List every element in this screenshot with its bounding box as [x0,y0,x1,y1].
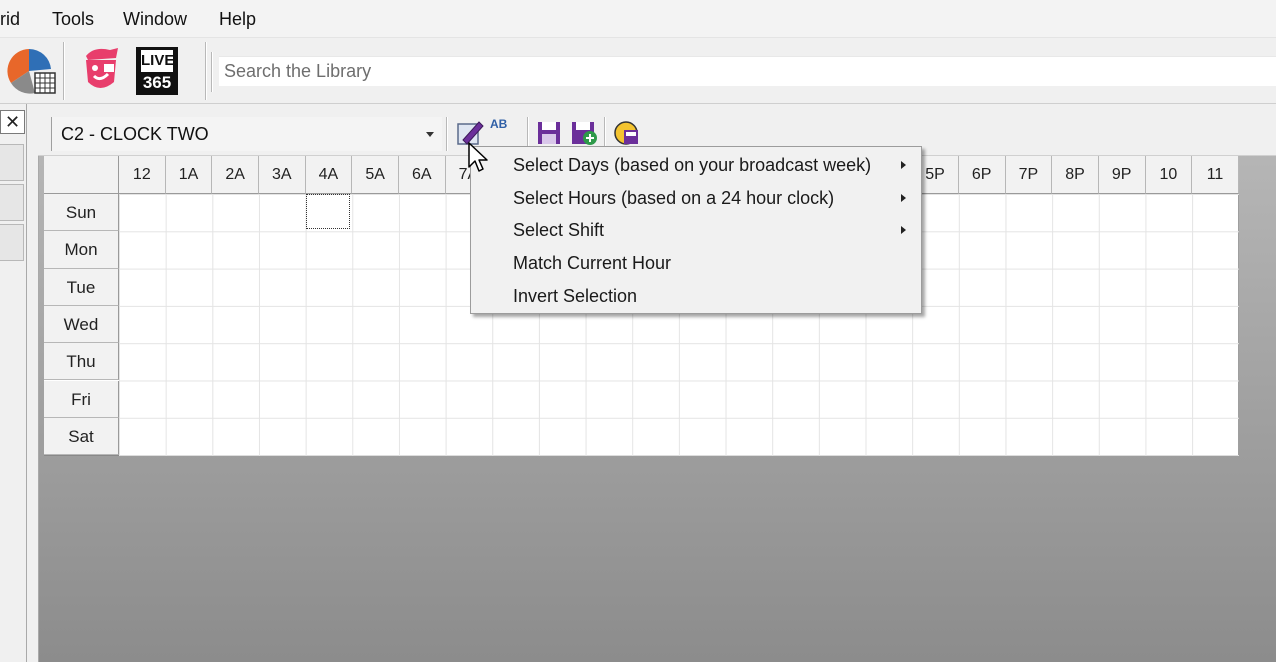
mouse-cursor-icon [468,142,488,172]
toolbar-separator [205,42,207,100]
hour-header[interactable]: 7P [1005,156,1053,194]
clock-select-value: C2 - CLOCK TWO [61,124,209,144]
menu-window[interactable]: Window [123,9,187,30]
hour-header[interactable]: 1A [165,156,213,194]
left-panel-tab[interactable] [0,144,24,181]
menu-item-match-current-hour[interactable]: Match Current Hour [471,247,921,279]
clock-select[interactable]: C2 - CLOCK TWO [51,117,442,151]
focused-cell[interactable] [306,194,350,229]
selection-context-menu: Select Days (based on your broadcast wee… [470,146,922,314]
grid-corner [44,156,119,194]
chevron-down-icon [426,132,434,137]
main-toolbar: LIVE 365 [0,38,1276,104]
live365-icon[interactable]: LIVE 365 [136,47,178,95]
search-grip [211,52,213,92]
left-panel-tab[interactable] [0,184,24,221]
hour-header[interactable]: 11 [1192,156,1239,194]
menu-item-invert-selection[interactable]: Invert Selection [471,280,921,312]
search-input[interactable] [219,57,1276,86]
left-panel-tab[interactable] [0,224,24,261]
library-search [219,56,1276,86]
hour-header[interactable]: 9P [1098,156,1146,194]
menu-item-label: Match Current Hour [513,253,672,273]
toolbar-separator [446,117,448,151]
submenu-arrow-icon [901,161,906,169]
day-header[interactable]: Thu [44,343,119,381]
toolbar-separator [63,42,65,100]
hour-header[interactable]: 5A [352,156,399,194]
menu-help[interactable]: Help [219,9,256,30]
day-header[interactable]: Fri [44,380,119,418]
live365-bottom-text: 365 [142,73,172,92]
hour-header[interactable]: 6P [958,156,1006,194]
menu-item-select-shift[interactable]: Select Shift [471,214,921,246]
hour-header[interactable]: 2A [212,156,259,194]
clock-history-icon[interactable] [612,118,642,148]
submenu-arrow-icon [901,226,906,234]
day-header[interactable]: Sun [44,194,119,232]
save-as-icon[interactable] [569,118,599,148]
hour-header[interactable]: 10 [1145,156,1193,194]
menu-item-select-days[interactable]: Select Days (based on your broadcast wee… [471,149,921,181]
menu-bar: rid Tools Window Help [0,0,1276,38]
day-header[interactable]: Sat [44,417,119,456]
day-header[interactable]: Mon [44,231,119,269]
menu-item-label: Select Days (based on your broadcast wee… [513,155,872,175]
menu-item-label: Select Hours (based on a 24 hour clock) [513,188,835,208]
hour-header[interactable]: 8P [1052,156,1099,194]
hour-header[interactable]: 6A [398,156,446,194]
close-panel-button[interactable]: ✕ [0,110,25,134]
day-header[interactable]: Tue [44,268,119,306]
day-header[interactable]: Wed [44,305,119,344]
mascot-face-icon[interactable] [80,46,122,94]
spell-check-text: AB [490,117,508,131]
scheduler-pie-icon[interactable] [5,47,57,97]
menu-item-select-hours[interactable]: Select Hours (based on a 24 hour clock) [471,182,921,214]
hour-header[interactable]: 3A [258,156,306,194]
hour-header[interactable]: 12 [119,156,166,194]
menu-tools[interactable]: Tools [52,9,94,30]
spell-check-icon[interactable]: AB [490,118,520,148]
menu-item-label: Invert Selection [513,286,638,306]
submenu-arrow-icon [901,194,906,202]
menu-item-label: Select Shift [513,220,605,240]
hour-header[interactable]: 4A [305,156,353,194]
live365-top-text: LIVE [141,50,174,72]
save-icon[interactable] [535,118,565,148]
menu-grid[interactable]: rid [0,9,20,30]
